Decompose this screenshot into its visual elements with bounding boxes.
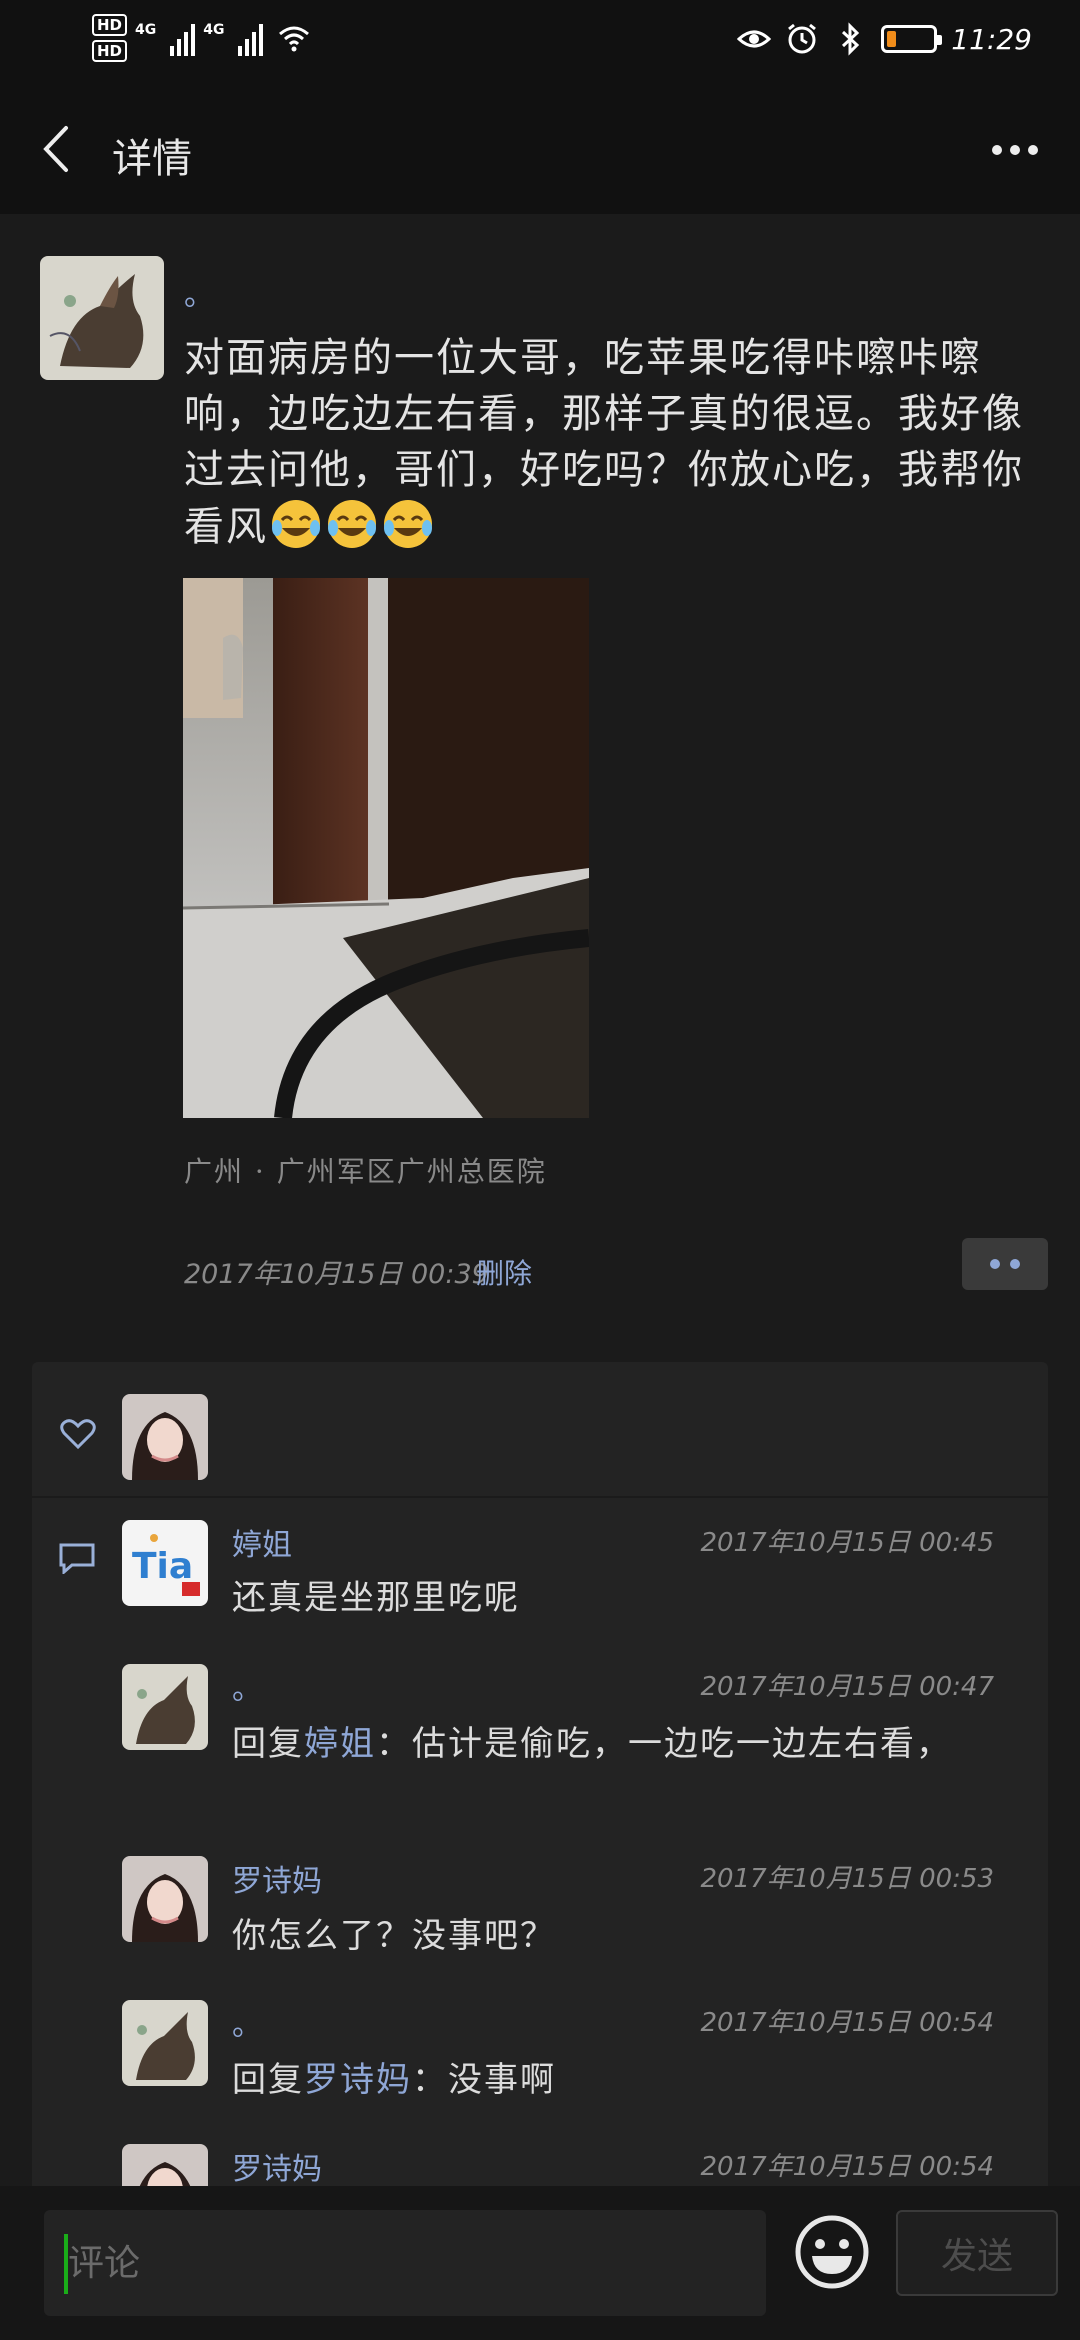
svg-text:Tia: Tia [132,1546,193,1587]
eye-icon [737,30,772,48]
send-button[interactable]: 发送 [896,2210,1058,2296]
reply-target-4: 罗诗妈 [304,2060,412,2100]
like-user-avatar[interactable] [122,1394,208,1480]
comment-body-2: 估计是偷吃，一边吃一边左右看， [412,1724,952,1764]
top-app-bar: 详情 [0,86,1080,214]
post-author-name[interactable]: 。 [184,270,214,314]
comment-text-1[interactable]: 还真是坐那里吃呢 [232,1574,992,1622]
comment-time-5: 2017年10月15日 00:54 [700,2152,994,2182]
comment-time-2: 2017年10月15日 00:47 [700,1672,994,1702]
status-clock: 11:29 [951,22,1032,56]
post-text: 对面病房的一位大哥，吃苹果吃得咔嚓咔嚓响，边吃边左右看，那样子真的很逗。我好像过… [184,330,1034,555]
comment-avatar-3[interactable] [122,1856,208,1942]
laughing-emoji-group [268,500,436,550]
comment-input[interactable] [44,2210,766,2316]
post-location[interactable]: 广州 · 广州军区广州总医院 [184,1150,547,1190]
signal-icon-2 [238,20,264,56]
alarm-icon [788,23,817,54]
laughing-emoji-icon [328,500,376,548]
hd-badge-1: HD [92,14,128,36]
comment-author-5[interactable]: 罗诗妈 [232,2144,322,2188]
comment-avatar-2[interactable] [122,1664,208,1750]
comment-text-4[interactable]: 回复罗诗妈：没事啊 [232,2056,992,2104]
comment-avatar-4[interactable] [122,2000,208,2086]
comment-time-1: 2017年10月15日 00:45 [700,1528,994,1558]
comment-input-bar: 发送 [0,2186,1080,2340]
wifi-icon [279,26,310,52]
comment-body-1: 还真是坐那里吃呢 [232,1578,520,1618]
comment-body-4: 没事啊 [448,2060,556,2100]
heart-icon [60,1419,96,1450]
network-type-2: 4G [203,22,225,38]
post-timestamp: 2017年10月15日 00:39 [184,1259,489,1290]
comment-bubble-icon [59,1543,95,1574]
comment-avatar-1[interactable]: Tia [122,1520,208,1606]
post-author-avatar[interactable] [40,256,164,380]
comment-author-2[interactable]: 。 [232,1664,262,1708]
laughing-emoji-icon [384,500,432,548]
page-title: 详情 [112,136,192,182]
post-photo[interactable] [183,578,589,1118]
post-action-menu-button[interactable] [962,1238,1048,1290]
smiley-icon[interactable] [792,2212,872,2292]
likes-row [32,1362,1048,1498]
battery-icon [881,25,943,53]
comment-text-2[interactable]: 回复婷姐：估计是偷吃，一边吃一边左右看， [232,1720,992,1768]
text-cursor [64,2234,68,2294]
signal-icon [170,20,196,56]
back-arrow-icon[interactable] [30,114,90,184]
comment-time-4: 2017年10月15日 00:54 [700,2008,994,2038]
comment-text-3[interactable]: 你怎么了？没事吧？ [232,1912,992,1960]
laughing-emoji-icon [272,500,320,548]
more-dots-icon[interactable] [980,122,1050,178]
reply-prefix-4: 回复 [232,2060,304,2100]
network-type-1: 4G [135,22,157,38]
reply-sep-4: ： [412,2060,448,2100]
comment-time-3: 2017年10月15日 00:53 [700,1864,994,1894]
hd-badge-2: HD [92,40,128,62]
reply-prefix-2: 回复 [232,1724,304,1764]
comment-body-3: 你怎么了？没事吧？ [232,1916,556,1956]
delete-link[interactable]: 删除 [476,1252,532,1292]
reply-target-2: 婷姐 [304,1724,376,1764]
comment-author-3[interactable]: 罗诗妈 [232,1856,322,1900]
bluetooth-icon [842,22,860,56]
status-bar: HD HD 4G 4G 11:29 [0,0,1080,86]
reply-sep-2: ： [376,1724,412,1764]
comment-author-4[interactable]: 。 [232,2000,262,2044]
comment-author-1[interactable]: 婷姐 [232,1520,292,1564]
